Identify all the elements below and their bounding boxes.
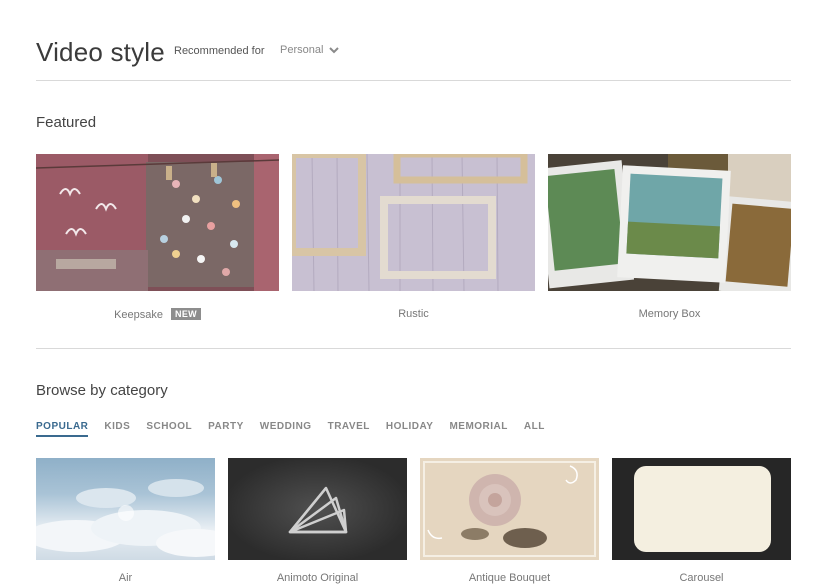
style-label-animoto-original: Animoto Original (276, 572, 359, 584)
featured-list: Keepsake NEW Rustic Memory Box (36, 154, 791, 324)
header-divider (36, 80, 791, 81)
featured-caption-memory-box: Memory Box (548, 308, 791, 320)
category-tabs: POPULAR KIDS SCHOOL PARTY WEDDING TRAVEL… (36, 421, 561, 437)
style-card-carousel[interactable]: Carousel (612, 458, 791, 584)
new-badge: NEW (171, 308, 201, 320)
tab-popular[interactable]: POPULAR (36, 421, 89, 437)
air-thumbnail (36, 458, 215, 560)
browse-heading: Browse by category (36, 382, 168, 399)
featured-caption-rustic: Rustic (292, 308, 535, 320)
recommended-for-label: Recommended for (174, 45, 265, 57)
tab-memorial[interactable]: MEMORIAL (449, 421, 507, 437)
page-title: Video style (36, 37, 165, 67)
featured-caption-keepsake: Keepsake NEW (36, 308, 279, 321)
tab-all[interactable]: ALL (524, 421, 545, 437)
memory-box-thumbnail (548, 154, 791, 291)
featured-label-memory-box: Memory Box (638, 308, 701, 320)
recommended-for-value: Personal (280, 44, 324, 56)
featured-label-keepsake: Keepsake (114, 309, 164, 321)
animoto-original-thumbnail (228, 458, 407, 560)
tab-party[interactable]: PARTY (208, 421, 244, 437)
tab-wedding[interactable]: WEDDING (260, 421, 312, 437)
tab-holiday[interactable]: HOLIDAY (386, 421, 434, 437)
featured-divider (36, 348, 791, 349)
recommended-for-dropdown[interactable]: Personal (280, 44, 340, 56)
style-card-animoto-original[interactable]: Animoto Original (228, 458, 407, 584)
keepsake-thumbnail (36, 154, 279, 291)
page-header: Video style Recommended for Personal (36, 37, 791, 81)
tab-travel[interactable]: TRAVEL (328, 421, 370, 437)
rustic-thumbnail (292, 154, 535, 291)
featured-heading: Featured (36, 114, 97, 131)
featured-card-rustic[interactable]: Rustic (292, 154, 535, 320)
tab-school[interactable]: SCHOOL (146, 421, 192, 437)
antique-bouquet-thumbnail (420, 458, 599, 560)
style-label-antique-bouquet: Antique Bouquet (468, 572, 551, 584)
tab-kids[interactable]: KIDS (104, 421, 130, 437)
style-label-carousel: Carousel (679, 572, 724, 584)
style-label-air: Air (118, 572, 133, 584)
chevron-down-icon (328, 44, 340, 56)
featured-card-memory-box[interactable]: Memory Box (548, 154, 791, 320)
style-card-air[interactable]: Air (36, 458, 215, 584)
carousel-thumbnail (612, 458, 791, 560)
featured-card-keepsake[interactable]: Keepsake NEW (36, 154, 279, 321)
style-card-antique-bouquet[interactable]: Antique Bouquet (420, 458, 599, 584)
featured-label-rustic: Rustic (398, 308, 429, 320)
